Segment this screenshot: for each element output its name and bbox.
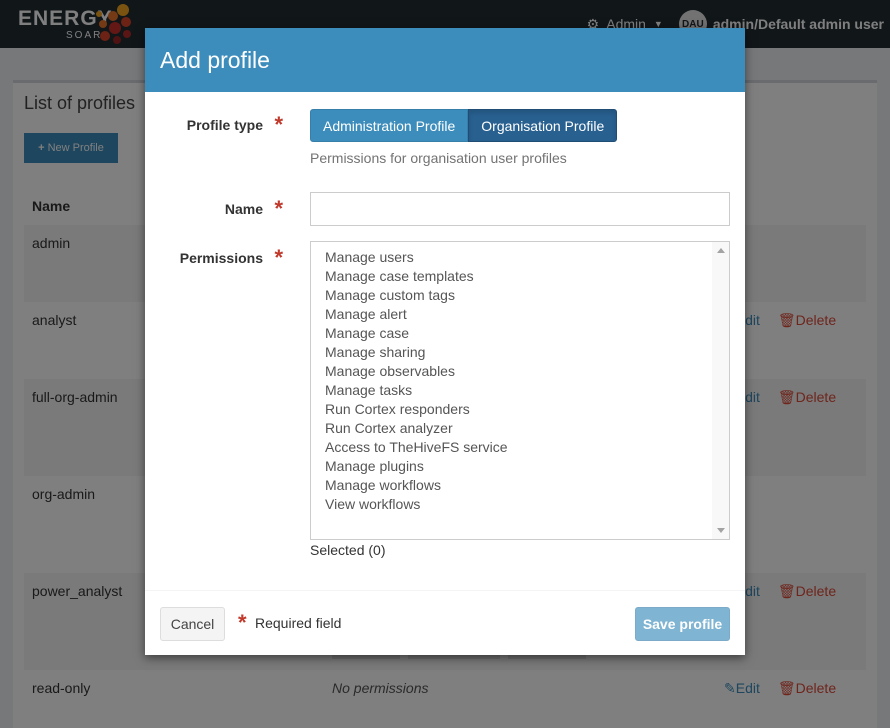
permission-option[interactable]: Manage users (311, 248, 713, 267)
permission-option[interactable]: Run Cortex responders (311, 400, 713, 419)
cancel-button[interactable]: Cancel (160, 607, 225, 641)
profile-type-label: Profile type * (186, 114, 283, 136)
permission-option[interactable]: Access to TheHiveFS service (311, 438, 713, 457)
profile-type-toggle: Administration Profile Organisation Prof… (310, 109, 618, 142)
name-label-text: Name (224, 201, 263, 217)
permission-option[interactable]: Manage plugins (311, 457, 713, 476)
required-asterisk-icon: * (274, 196, 283, 221)
profile-type-help: Permissions for organisation user profil… (310, 150, 567, 166)
save-profile-button[interactable]: Save profile (635, 607, 730, 641)
required-asterisk-icon: * (238, 610, 247, 635)
permission-option[interactable]: View workflows (311, 495, 713, 514)
permission-option[interactable]: Manage workflows (311, 476, 713, 495)
permissions-label-text: Permissions (179, 250, 263, 266)
required-asterisk-icon: * (274, 112, 283, 137)
profile-type-label-text: Profile type (186, 117, 263, 133)
modal-title: Add profile (160, 47, 270, 73)
permission-option[interactable]: Manage custom tags (311, 286, 713, 305)
administration-profile-button[interactable]: Administration Profile (310, 109, 469, 142)
permission-option[interactable]: Manage case templates (311, 267, 713, 286)
name-label: Name * (224, 198, 283, 220)
permission-option[interactable]: Manage tasks (311, 381, 713, 400)
permissions-list: Manage users Manage case templates Manag… (311, 248, 713, 514)
modal-header: Add profile (145, 28, 745, 92)
permission-option[interactable]: Run Cortex analyzer (311, 419, 713, 438)
required-asterisk-icon: * (274, 245, 283, 270)
permission-option[interactable]: Manage sharing (311, 343, 713, 362)
modal-body: Profile type * Administration Profile Or… (145, 92, 745, 590)
permission-option[interactable]: Manage case (311, 324, 713, 343)
scroll-down-arrow-icon[interactable] (717, 528, 725, 533)
add-profile-modal: Add profile Profile type * Administratio… (145, 28, 745, 655)
permissions-multiselect[interactable]: Manage users Manage case templates Manag… (310, 241, 730, 540)
permissions-label: Permissions * (179, 247, 283, 269)
name-input[interactable] (310, 192, 730, 226)
permission-option[interactable]: Manage observables (311, 362, 713, 381)
permission-option[interactable]: Manage alert (311, 305, 713, 324)
organisation-profile-button[interactable]: Organisation Profile (468, 109, 618, 142)
modal-footer: Cancel * Required field Save profile (145, 590, 745, 655)
required-field-text: Required field (255, 615, 342, 631)
required-field-note: * Required field (238, 610, 342, 635)
selected-count: Selected (0) (310, 542, 386, 558)
scroll-up-arrow-icon[interactable] (717, 248, 725, 253)
permissions-scrollbar[interactable] (712, 242, 729, 539)
